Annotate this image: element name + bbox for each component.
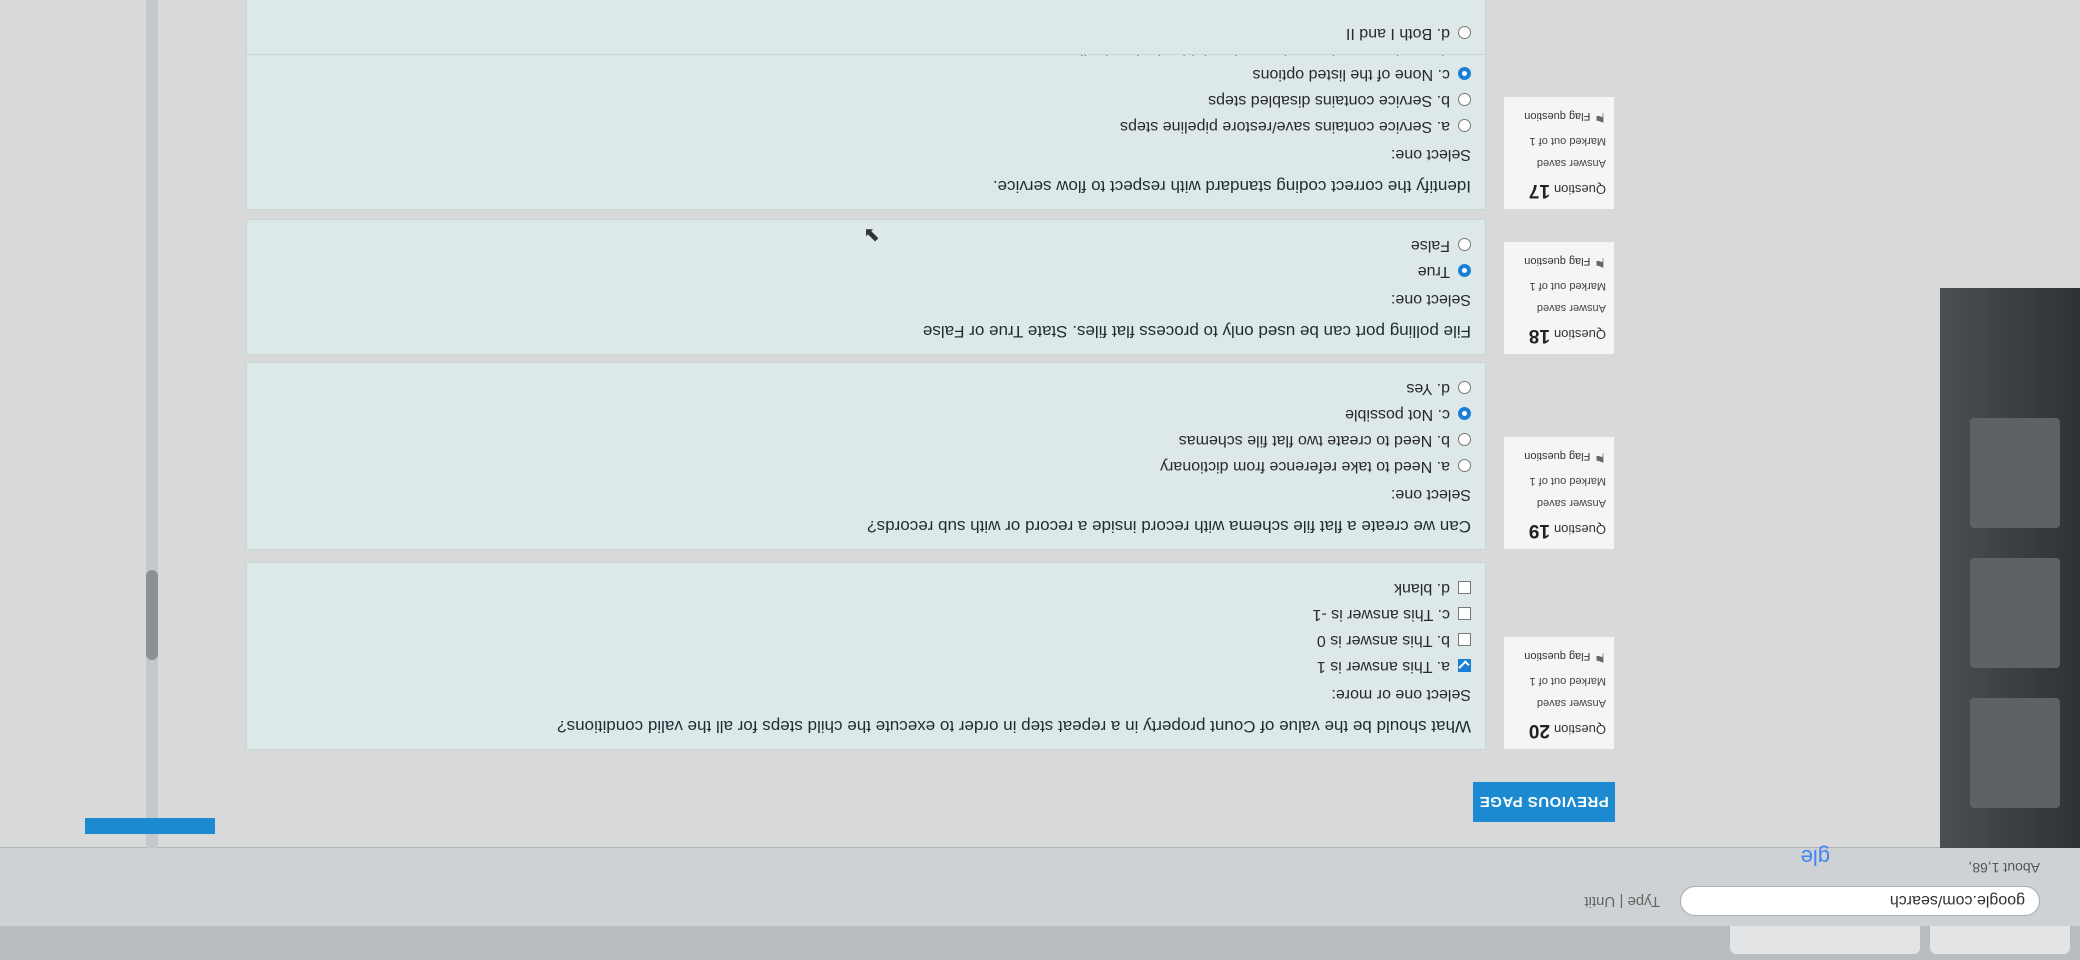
radio-button[interactable]	[1458, 264, 1471, 278]
google-logo-fragment: gle	[1800, 845, 1830, 870]
flag-question-link[interactable]: ⚑Flag question	[1512, 649, 1606, 665]
browser-chrome: google.com/search Type | Untit About 1,6…	[0, 764, 2080, 960]
tab-bar	[0, 926, 2080, 960]
checkbox[interactable]	[1458, 633, 1471, 647]
answer-option[interactable]: d. Yes	[261, 375, 1471, 401]
radio-button[interactable]	[1458, 119, 1471, 133]
flag-question-link[interactable]: ⚑Flag question	[1512, 449, 1606, 465]
checkbox[interactable]	[1458, 659, 1471, 673]
flag-icon: ⚑	[1594, 650, 1606, 665]
quiz-content: PREVIOUS PAGE Question20 Answer saved Ma…	[0, 0, 1710, 850]
page-navigation: PREVIOUS PAGE	[10, 774, 1710, 834]
checkbox[interactable]	[1458, 607, 1471, 621]
flag-question-link[interactable]: ⚑Flag question	[1512, 109, 1606, 125]
question-info: Question20 Answer saved Marked out of 1 …	[1503, 636, 1615, 750]
rotated-photo-canvas: google.com/search Type | Untit About 1,6…	[0, 0, 2080, 960]
mouse-cursor-icon: ⬉	[863, 224, 880, 246]
flag-icon: ⚑	[1594, 255, 1606, 270]
answer-option[interactable]: b. Need to create two flat file schemas	[261, 427, 1471, 453]
radio-button[interactable]	[1458, 433, 1471, 447]
radio-button[interactable]	[1458, 407, 1471, 421]
flag-icon: ⚑	[1594, 110, 1606, 125]
question-body: Can we create a flat file schema with re…	[246, 362, 1486, 550]
question-info: Question17 Answer saved Marked out of 1 …	[1503, 96, 1615, 210]
answer-option[interactable]: True	[261, 258, 1471, 284]
checkbox[interactable]	[1458, 581, 1471, 595]
search-snippet: Type | Untit	[1584, 893, 1660, 910]
thumbnail	[1970, 698, 2060, 808]
side-strip	[1940, 288, 2080, 848]
flag-question-link[interactable]: ⚑Flag question	[1512, 254, 1606, 270]
radio-button[interactable]	[1458, 459, 1471, 473]
thumbnail	[1970, 418, 2060, 528]
answer-prompt: Select one:	[1390, 146, 1471, 163]
answer-option[interactable]: a. Need to take reference from dictionar…	[261, 453, 1471, 479]
radio-button[interactable]	[1458, 26, 1471, 40]
question-info: Question18 Answer saved Marked out of 1 …	[1503, 241, 1615, 355]
question-marks: Marked out of 1	[1529, 675, 1606, 687]
question-text: Can we create a flat file schema with re…	[867, 517, 1471, 536]
answer-prompt: Select one:	[1390, 486, 1471, 503]
question-info: Question19 Answer saved Marked out of 1 …	[1503, 436, 1615, 550]
answer-option[interactable]: a. Service contains save/restore pipelin…	[261, 113, 1471, 139]
address-bar[interactable]: google.com/search	[1680, 886, 2040, 916]
question-text: Identify the correct coding standard wit…	[992, 177, 1471, 196]
radio-button[interactable]	[1458, 93, 1471, 107]
answer-option[interactable]: b. This answer is 0	[261, 627, 1471, 653]
answer-prompt: Select one or more:	[1331, 686, 1471, 703]
next-page-button[interactable]	[85, 818, 215, 834]
question-marks: Marked out of 1	[1529, 280, 1606, 292]
question-marks: Marked out of 1	[1529, 135, 1606, 147]
question-number: Question20	[1528, 720, 1606, 741]
question-status: Answer saved	[1536, 157, 1606, 169]
question-status: Answer saved	[1536, 497, 1606, 509]
question-body: What should be the value of Count proper…	[246, 562, 1486, 750]
flag-icon: ⚑	[1594, 450, 1606, 465]
answer-option[interactable]: c. None of the listed options	[261, 61, 1471, 87]
answer-option[interactable]: a. This answer is 1	[261, 653, 1471, 679]
answer-option[interactable]: d. blank	[261, 575, 1471, 601]
question-number: Question17	[1528, 180, 1606, 201]
question-marks: Marked out of 1	[1529, 475, 1606, 487]
question-text: What should be the value of Count proper…	[557, 717, 1471, 736]
radio-button[interactable]	[1458, 238, 1471, 252]
question-body: d. Both I and II	[246, 0, 1486, 55]
answer-prompt: Select one:	[1390, 291, 1471, 308]
result-count: About 1,68,	[1968, 860, 2040, 876]
radio-button[interactable]	[1458, 381, 1471, 395]
question-text: File polling port can be used only to pr…	[922, 322, 1471, 341]
question-number: Question19	[1528, 520, 1606, 541]
question-status: Answer saved	[1536, 302, 1606, 314]
answer-option[interactable]: d. Both I and II	[261, 20, 1471, 46]
question-status: Answer saved	[1536, 697, 1606, 709]
browser-tab[interactable]	[1930, 926, 2070, 954]
answer-option[interactable]: c. This answer is -1	[261, 601, 1471, 627]
question-number: Question18	[1528, 325, 1606, 346]
answer-option[interactable]: c. Not possible	[261, 401, 1471, 427]
radio-button[interactable]	[1458, 67, 1471, 81]
answer-option[interactable]: b. Service contains disabled steps	[261, 87, 1471, 113]
thumbnail	[1970, 558, 2060, 668]
previous-page-button[interactable]: PREVIOUS PAGE	[1473, 782, 1615, 822]
browser-tab[interactable]	[1730, 926, 1920, 954]
